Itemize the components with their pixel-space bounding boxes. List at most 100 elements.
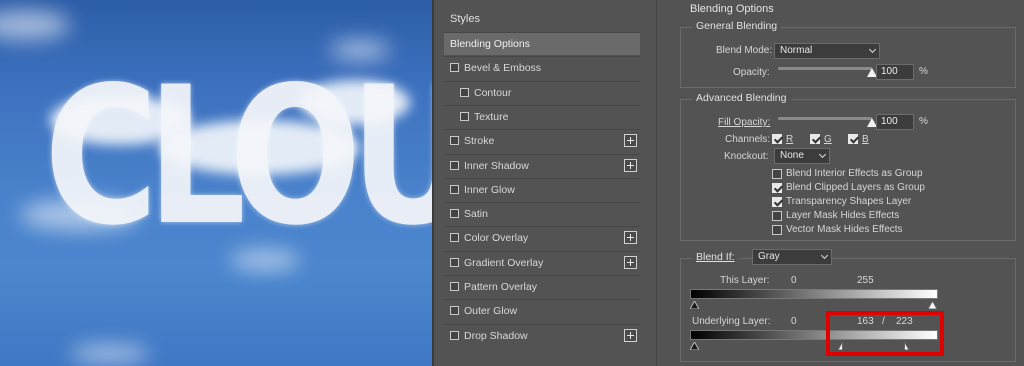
fill-opacity-label: Fill Opacity: <box>718 117 771 128</box>
advanced-option-label: Vector Mask Hides Effects <box>786 224 903 235</box>
style-item-label: Blending Options <box>450 38 530 50</box>
add-effect-plus-icon[interactable] <box>624 328 637 342</box>
style-checkbox[interactable] <box>460 111 469 121</box>
blend-mode-dropdown[interactable]: Normal <box>774 43 880 59</box>
opacity-slider[interactable] <box>778 67 872 70</box>
general-blending-legend: General Blending <box>692 20 782 32</box>
advanced-option-checkbox[interactable] <box>772 197 782 207</box>
styles-header[interactable]: Styles <box>444 8 638 30</box>
chevron-down-icon <box>820 251 829 260</box>
blend-if-label: Blend If: <box>692 251 739 263</box>
style-item-texture[interactable]: Texture <box>444 104 640 128</box>
style-checkbox[interactable] <box>450 63 459 73</box>
style-checkbox[interactable] <box>460 87 469 97</box>
style-checkbox[interactable] <box>450 330 459 340</box>
underlying-black-marker[interactable] <box>690 342 699 350</box>
style-item-pattern-overlay[interactable]: Pattern Overlay <box>444 275 640 298</box>
this-layer-black-marker[interactable] <box>690 301 699 309</box>
add-effect-plus-icon[interactable] <box>624 134 637 148</box>
style-item-label: Pattern Overlay <box>464 281 537 293</box>
style-item-label: Outer Glow <box>464 305 518 318</box>
style-checkbox[interactable] <box>450 282 459 291</box>
advanced-option-checkbox[interactable] <box>772 211 782 221</box>
this-layer-max: 255 <box>857 275 874 286</box>
this-layer-min: 0 <box>791 275 797 286</box>
cloud-text-layer: CLOUD <box>44 46 432 267</box>
this-layer-gradient[interactable] <box>690 289 938 299</box>
panel-divider <box>656 0 657 366</box>
opacity-input[interactable]: 100 <box>876 64 914 80</box>
style-checkbox[interactable] <box>450 306 459 316</box>
style-item-satin[interactable]: Satin <box>444 202 640 225</box>
add-effect-plus-icon[interactable] <box>624 231 637 245</box>
style-item-gradient-overlay[interactable]: Gradient Overlay <box>444 250 640 274</box>
add-effect-plus-icon[interactable] <box>624 158 637 172</box>
blend-mode-label: Blend Mode: <box>716 45 773 56</box>
panel-title: Blending Options <box>690 3 774 15</box>
style-item-color-overlay[interactable]: Color Overlay <box>444 226 640 249</box>
style-item-inner-glow[interactable]: Inner Glow <box>444 177 640 201</box>
advanced-option-checkbox[interactable] <box>772 169 782 179</box>
fill-opacity-unit: % <box>919 116 928 127</box>
style-item-outer-glow[interactable]: Outer Glow <box>444 299 640 322</box>
chevron-down-icon <box>868 45 877 54</box>
blend-if-value: Gray <box>758 251 780 262</box>
style-item-label: Drop Shadow <box>464 329 528 342</box>
style-checkbox[interactable] <box>450 233 459 243</box>
highlight-annotation-box <box>826 311 944 356</box>
channels-label: Channels: <box>725 134 771 145</box>
style-item-label: Contour <box>474 86 512 99</box>
advanced-option-label: Blend Interior Effects as Group <box>786 168 923 179</box>
advanced-option-checkbox[interactable] <box>772 225 782 235</box>
fill-opacity-slider[interactable] <box>778 117 872 120</box>
style-checkbox[interactable] <box>450 160 459 170</box>
channel-r-checkbox[interactable] <box>772 134 782 144</box>
knockout-dropdown[interactable]: None <box>774 148 830 164</box>
chevron-down-icon <box>818 150 827 159</box>
channel-b-label: B <box>862 134 869 145</box>
document-canvas[interactable]: CLOUD <box>0 0 432 366</box>
blend-if-dropdown[interactable]: Gray <box>752 249 832 265</box>
style-item-label: Inner Glow <box>464 183 515 196</box>
style-item-label: Texture <box>474 110 509 123</box>
channel-b-checkbox[interactable] <box>848 134 858 144</box>
blend-mode-value: Normal <box>780 45 813 56</box>
channel-g-label: G <box>824 134 832 145</box>
this-layer-white-marker[interactable] <box>928 301 937 309</box>
underlying-min: 0 <box>791 316 797 327</box>
style-item-label: Stroke <box>464 135 495 148</box>
style-checkbox[interactable] <box>450 136 459 146</box>
advanced-option-label: Layer Mask Hides Effects <box>786 210 900 221</box>
knockout-label: Knockout: <box>724 151 769 162</box>
style-item-drop-shadow[interactable]: Drop Shadow <box>444 323 640 347</box>
channel-g-checkbox[interactable] <box>810 134 820 144</box>
style-checkbox[interactable] <box>450 184 459 194</box>
style-item-label: Color Overlay <box>464 232 529 245</box>
style-checkbox[interactable] <box>450 209 459 219</box>
advanced-option-checkbox[interactable] <box>772 183 782 193</box>
style-item-label: Inner Shadow <box>464 159 529 172</box>
style-item-label: Bevel & Emboss <box>464 62 542 75</box>
opacity-label: Opacity: <box>733 67 770 78</box>
advanced-blending-legend: Advanced Blending <box>692 92 791 104</box>
fill-opacity-input[interactable]: 100 <box>876 114 914 130</box>
style-item-label: Gradient Overlay <box>464 256 544 269</box>
style-item-contour[interactable]: Contour <box>444 80 640 104</box>
style-item-stroke[interactable]: Stroke <box>444 129 640 152</box>
add-effect-plus-icon[interactable] <box>624 255 637 269</box>
underlying-layer-label: Underlying Layer: <box>692 316 771 327</box>
style-checkbox[interactable] <box>450 257 459 267</box>
style-item-blending-options[interactable]: Blending Options <box>444 32 640 55</box>
cloud <box>0 10 70 40</box>
channel-r-label: R <box>786 134 794 145</box>
knockout-value: None <box>780 150 804 161</box>
styles-panel: Styles Blending Options Bevel & Emboss Con… <box>434 0 647 366</box>
opacity-unit: % <box>919 66 928 77</box>
advanced-option-label: Transparency Shapes Layer <box>786 196 912 207</box>
style-item-inner-shadow[interactable]: Inner Shadow <box>444 153 640 177</box>
this-layer-label: This Layer: <box>720 275 770 286</box>
style-item-label: Satin <box>464 208 488 221</box>
style-item-bevel-emboss[interactable]: Bevel & Emboss <box>444 56 640 79</box>
cloud <box>70 345 150 363</box>
advanced-option-label: Blend Clipped Layers as Group <box>786 182 925 193</box>
